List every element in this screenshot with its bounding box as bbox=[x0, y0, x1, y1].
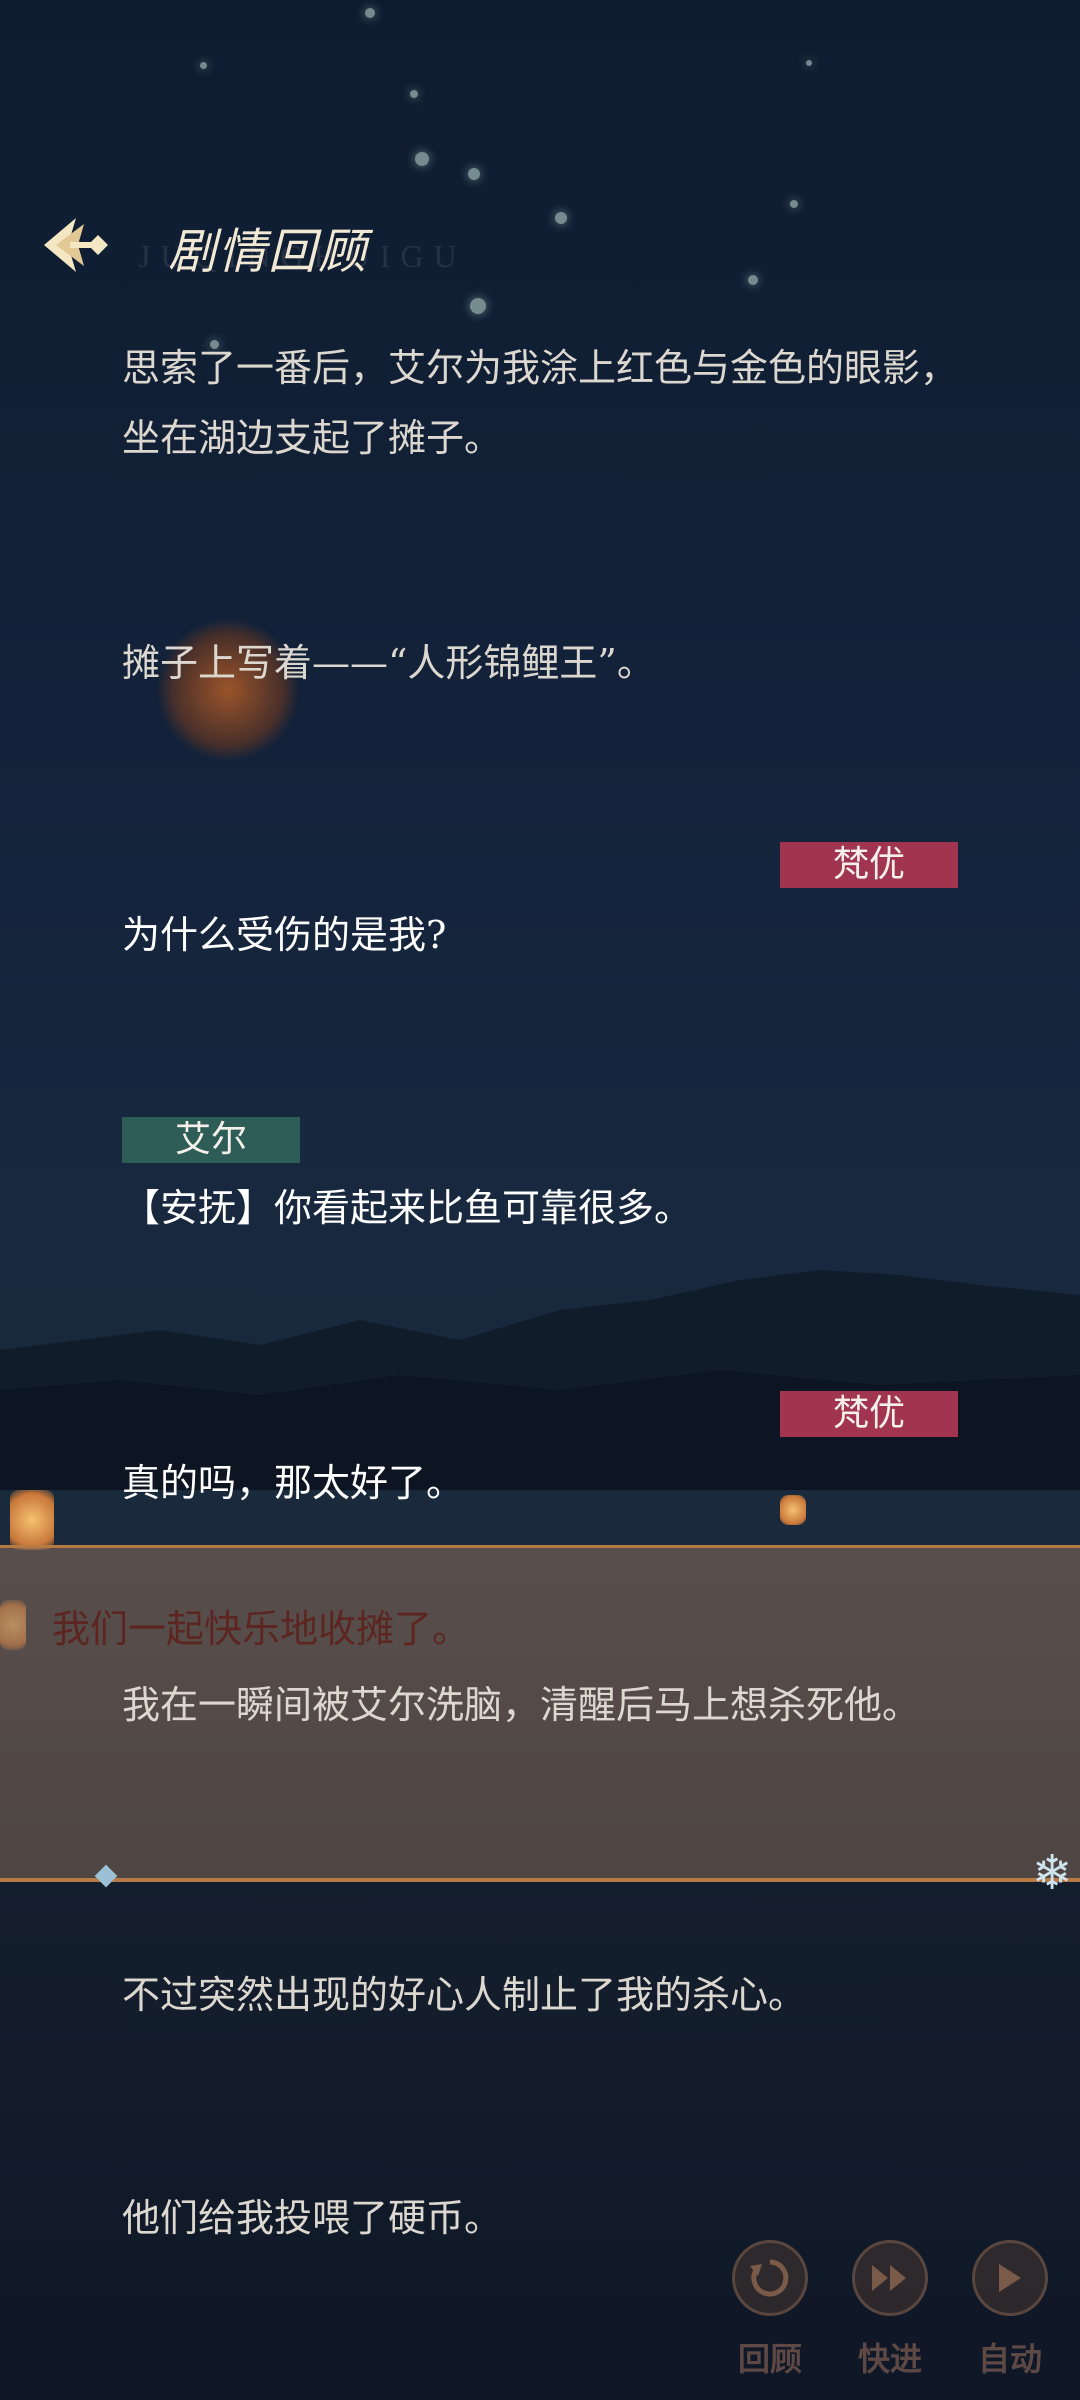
star-decoration bbox=[468, 168, 480, 180]
dialogue-text: 【安抚】你看起来比鱼可靠很多。 bbox=[122, 1186, 693, 1230]
page-title: 剧情回顾 bbox=[168, 224, 369, 280]
star-decoration bbox=[806, 60, 812, 66]
back-arrow-icon[interactable] bbox=[38, 210, 120, 280]
snowflake-icon: ❄ bbox=[1032, 1845, 1073, 1901]
review-icon bbox=[732, 2240, 808, 2316]
narration-text: 我在一瞬间被艾尔洗脑，清醒后马上想杀死他。 bbox=[122, 1683, 921, 1727]
review-button[interactable]: 回顾 bbox=[730, 2240, 810, 2380]
fast-forward-icon bbox=[852, 2240, 928, 2316]
narration-text: 他们给我投喂了硬币。 bbox=[122, 2196, 503, 2240]
speaker-tag-fanyou: 梵优 bbox=[780, 842, 958, 888]
auto-button[interactable]: 自动 bbox=[970, 2240, 1050, 2380]
fast-forward-label: 快进 bbox=[857, 2340, 922, 2378]
auto-label: 自动 bbox=[977, 2340, 1042, 2378]
story-review-header: JUQINGHUIGU 剧情回顾 bbox=[0, 190, 1080, 300]
star-decoration bbox=[200, 62, 207, 69]
lantern-decoration bbox=[10, 1490, 54, 1550]
dialogue-text: 真的吗，那太好了。 bbox=[122, 1461, 465, 1505]
speaker-tag-fanyou: 梵优 bbox=[780, 1391, 958, 1437]
star-decoration bbox=[415, 152, 429, 166]
star-decoration bbox=[365, 8, 375, 18]
play-icon bbox=[972, 2240, 1048, 2316]
star-decoration bbox=[410, 90, 418, 98]
star-decoration bbox=[470, 298, 486, 314]
lantern-decoration bbox=[780, 1495, 806, 1525]
narration-text: 摊子上写着——“人形锦鲤王”。 bbox=[122, 641, 655, 685]
dialogue-text: 为什么受伤的是我? bbox=[122, 913, 447, 957]
narration-text: 不过突然出现的好心人制止了我的杀心。 bbox=[122, 1973, 807, 2017]
review-label: 回顾 bbox=[737, 2340, 802, 2378]
banner-title: 我们一起快乐地收摊了。 bbox=[52, 1607, 471, 1651]
speaker-tag-aier: 艾尔 bbox=[122, 1117, 300, 1163]
narration-text: 思索了一番后，艾尔为我涂上红色与金色的眼影，坐在湖边支起了摊子。 bbox=[122, 346, 959, 460]
fast-forward-button[interactable]: 快进 bbox=[850, 2240, 930, 2380]
